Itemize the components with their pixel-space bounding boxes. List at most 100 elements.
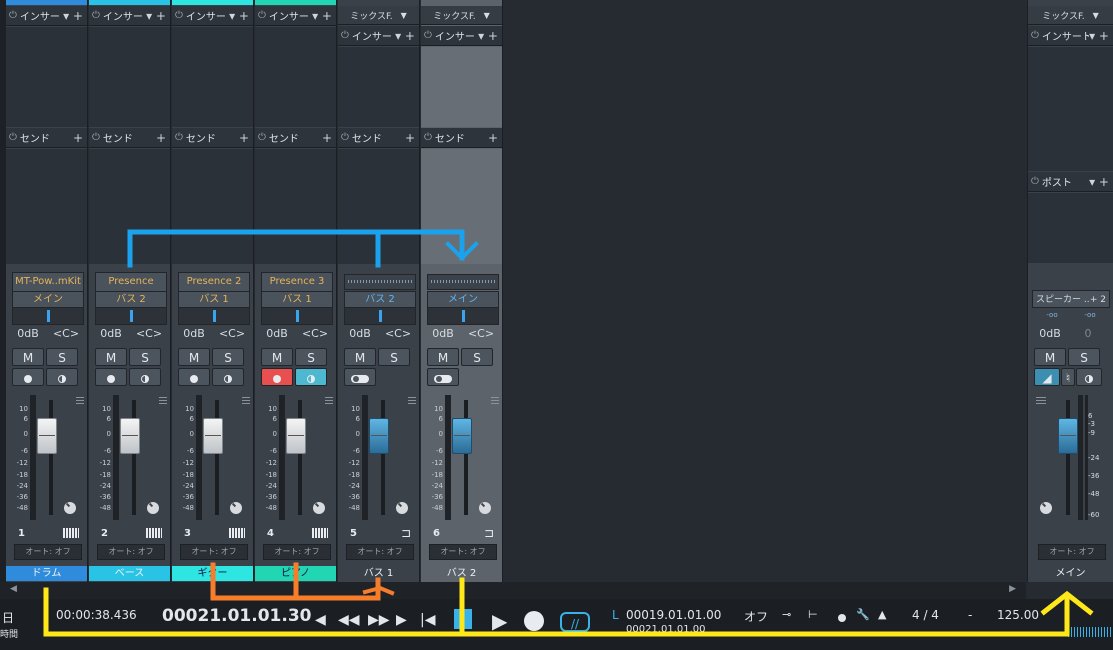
insert-slot[interactable] [255, 27, 336, 127]
pan-slider[interactable] [178, 307, 250, 325]
time-signature[interactable]: 4 / 4 [912, 608, 939, 622]
add-send-icon[interactable]: + [156, 131, 166, 145]
insert-slot[interactable] [6, 27, 87, 127]
send-header[interactable]: ⏻ センド + [421, 128, 502, 148]
scroll-left-icon[interactable]: ◀ [10, 584, 17, 594]
channel-name[interactable]: メイン [1028, 566, 1113, 581]
volume-fader[interactable] [37, 418, 57, 454]
add-send-icon[interactable]: + [73, 131, 83, 145]
add-send-icon[interactable]: + [322, 131, 332, 145]
instrument-name[interactable]: MT-Pow..mKit [12, 272, 84, 292]
insert-slot[interactable] [1028, 47, 1113, 171]
punch-icon[interactable]: ⊢ [808, 608, 818, 621]
power-icon[interactable]: ⏻ [1031, 30, 1039, 41]
stop-button[interactable] [454, 609, 472, 629]
mix-fx-selector[interactable]: ミックスF. ▼ [1028, 6, 1113, 25]
solo-button[interactable]: S [46, 348, 78, 366]
bars-display[interactable]: 00021.01.01.30 [162, 606, 312, 626]
send-header[interactable]: ⏻ センド + [89, 128, 170, 148]
loop-right-display[interactable]: 00021.01.01.00 [626, 624, 706, 635]
power-icon[interactable]: ⏻ [258, 10, 266, 21]
volume-readout[interactable]: 0dB [10, 326, 46, 342]
automation-selector[interactable]: オート: オフ [263, 544, 331, 560]
insert-header[interactable]: ⏻インサート▾ + [6, 6, 87, 26]
post-slot[interactable] [1028, 193, 1113, 263]
monitor-button[interactable] [46, 368, 78, 386]
channel-name[interactable]: ベース [89, 566, 170, 581]
mute-button[interactable]: M [178, 348, 210, 366]
volume-fader[interactable] [203, 418, 223, 454]
insert-header[interactable]: ⏻インサート▾ + [172, 6, 253, 26]
channel-name[interactable]: ドラム [6, 566, 87, 581]
trim-knob[interactable] [396, 502, 408, 514]
mute-button[interactable]: M [427, 348, 459, 366]
solo-button[interactable]: S [129, 348, 161, 366]
automation-selector[interactable]: オート: オフ [346, 544, 414, 560]
trim-knob[interactable] [1040, 502, 1052, 514]
volume-readout[interactable]: 0dB [93, 326, 129, 342]
power-icon[interactable]: ⏻ [424, 30, 432, 41]
mute-button[interactable]: M [344, 348, 376, 366]
record-icon[interactable] [524, 611, 544, 631]
record-button[interactable] [261, 368, 293, 386]
solo-button[interactable]: S [1068, 348, 1100, 366]
trim-knob[interactable] [479, 502, 491, 514]
trim-knob[interactable] [64, 502, 76, 514]
mute-button[interactable]: M [12, 348, 44, 366]
send-slot[interactable] [421, 149, 502, 264]
balance-readout[interactable]: 0 [1070, 326, 1106, 342]
insert-slot[interactable] [338, 47, 419, 127]
volume-fader[interactable] [369, 418, 389, 454]
wrench-icon[interactable]: 🔧 [856, 608, 870, 621]
mono-button[interactable]: ♮ [1061, 368, 1075, 386]
loop-button[interactable]: // [560, 612, 590, 632]
automation-selector[interactable]: オート: オフ [180, 544, 248, 560]
phase-button[interactable] [1076, 368, 1102, 386]
send-slot[interactable] [172, 149, 253, 264]
volume-readout[interactable]: 0dB [259, 326, 295, 342]
rewind-start-icon[interactable]: ◀ [315, 612, 326, 628]
send-header[interactable]: ⏻ センド + [255, 128, 336, 148]
volume-readout[interactable]: 0dB [176, 326, 212, 342]
solo-button[interactable]: S [212, 348, 244, 366]
power-icon[interactable]: ⏻ [258, 132, 266, 143]
mix-fx-selector[interactable]: ミックスF. ▼ [421, 6, 502, 25]
send-header[interactable]: ⏻ センド + [338, 128, 419, 148]
insert-header[interactable]: ⏻インサート▾ + [1028, 26, 1113, 46]
seconds-display[interactable]: 00:00:38.436 [56, 608, 137, 622]
pan-slider[interactable] [95, 307, 167, 325]
record-button[interactable] [12, 368, 44, 386]
solo-button[interactable]: S [295, 348, 327, 366]
power-icon[interactable]: ⏻ [9, 132, 17, 143]
pan-slider[interactable] [427, 307, 499, 325]
volume-readout[interactable]: 0dB [342, 326, 378, 342]
power-icon[interactable]: ⏻ [9, 10, 17, 21]
rewind-icon[interactable]: ◀◀ [338, 612, 360, 628]
send-slot[interactable] [338, 149, 419, 264]
send-slot[interactable] [89, 149, 170, 264]
output-device-selector[interactable]: スピーカー .. + 2 [1032, 290, 1110, 308]
send-header[interactable]: ⏻ センド + [172, 128, 253, 148]
automation-selector[interactable]: オート: オフ [1038, 544, 1106, 560]
insert-header[interactable]: ⏻インサート▾ + [89, 6, 170, 26]
add-insert-icon[interactable]: ▾ + [395, 29, 415, 43]
instrument-name[interactable]: Presence 2 [178, 272, 250, 292]
add-insert-icon[interactable]: ▾ + [229, 9, 249, 23]
channel-name[interactable]: バス 2 [421, 566, 502, 581]
automation-selector[interactable]: オート: オフ [14, 544, 82, 560]
channel-name[interactable]: ギター [172, 566, 253, 581]
instrument-name[interactable]: Presence 3 [261, 272, 333, 292]
sync-status[interactable]: オフ [744, 608, 768, 625]
volume-fader[interactable] [452, 418, 472, 454]
trim-knob[interactable] [230, 502, 242, 514]
pan-slider[interactable] [261, 307, 333, 325]
add-insert-icon[interactable]: ▾ + [1089, 29, 1109, 43]
power-icon[interactable]: ⏻ [341, 132, 349, 143]
master-volume-fader[interactable] [1058, 418, 1078, 454]
add-insert-icon[interactable]: ▾ + [63, 9, 83, 23]
power-icon[interactable]: ⏻ [175, 10, 183, 21]
mix-fx-selector[interactable]: ミックスF. ▼ [338, 6, 419, 25]
volume-readout[interactable]: 0dB [1032, 326, 1068, 342]
fast-forward-icon[interactable]: ▶▶ [368, 612, 390, 628]
insert-header[interactable]: ⏻インサート▾ + [255, 6, 336, 26]
